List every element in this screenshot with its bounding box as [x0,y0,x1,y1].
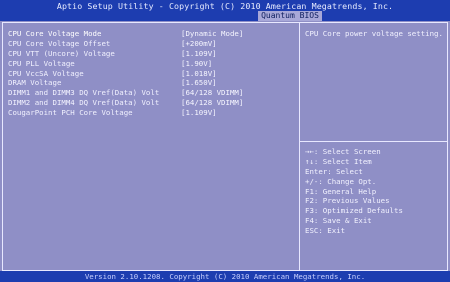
setting-value-dimm1-dimm3-vref[interactable]: [64/128 VDIMM] [181,88,243,98]
setting-label-dram-voltage[interactable]: DRAM Voltage [8,78,159,88]
settings-labels: CPU Core Voltage Mode CPU Core Voltage O… [8,29,159,118]
setting-value-dimm2-dimm4-vref[interactable]: [64/128 VDIMM] [181,98,243,108]
setting-label-cpu-core-voltage-mode[interactable]: CPU Core Voltage Mode [8,29,159,39]
setting-value-cpu-vtt-voltage[interactable]: [1.109V] [181,49,243,59]
key-help-select-screen: →←: Select Screen [305,147,381,156]
setting-label-cpu-core-voltage-offset[interactable]: CPU Core Voltage Offset [8,39,159,49]
key-help-general-help: F1: General Help [305,186,377,196]
tab-quantum-bios[interactable]: Quantum BIOS [258,11,322,21]
setting-value-cpu-core-voltage-offset[interactable]: [+200mV] [181,39,243,49]
setting-label-cpu-pll-voltage[interactable]: CPU PLL Voltage [8,59,159,69]
key-help-previous-values: F2: Previous Values [305,196,390,206]
setting-label-cpu-vccsa-voltage[interactable]: CPU VccSA Voltage [8,69,159,79]
bios-title: Aptio Setup Utility - Copyright (C) 2010… [56,1,394,11]
setting-value-dram-voltage[interactable]: [1.650V] [181,78,243,88]
key-help-list: →←: Select Screen ↑↓: Select Item Enter:… [305,147,403,236]
setting-value-cpu-pll-voltage[interactable]: [1.90V] [181,59,243,69]
key-help-select-item: ↑↓: Select Item [305,156,372,166]
setting-value-pch-core-voltage[interactable]: [1.109V] [181,108,243,118]
panel-divider [299,22,300,271]
setting-value-cpu-core-voltage-mode[interactable]: [Dynamic Mode] [181,29,243,39]
setting-label-dimm2-dimm4-vref[interactable]: DIMM2 and DIMM4 DQ Vref(Data) Volt [8,98,159,108]
settings-values: [Dynamic Mode] [+200mV] [1.109V] [1.90V]… [181,29,243,118]
help-divider [300,141,448,142]
version-footer: Version 2.10.1208. Copyright (C) 2010 Am… [0,271,450,282]
setting-label-cpu-vtt-voltage[interactable]: CPU VTT (Uncore) Voltage [8,49,159,59]
setting-label-dimm1-dimm3-vref[interactable]: DIMM1 and DIMM3 DQ Vref(Data) Volt [8,88,159,98]
setting-value-cpu-vccsa-voltage[interactable]: [1.018V] [181,69,243,79]
key-help-change-opt: +/-: Change Opt. [305,176,377,186]
help-text: CPU Core power voltage setting. [305,29,443,38]
key-help-enter: Enter: Select [305,166,363,176]
title-bar: Aptio Setup Utility - Copyright (C) 2010… [0,0,450,21]
key-help-optimized-defaults: F3: Optimized Defaults [305,206,403,216]
key-help-save-exit: F4: Save & Exit [305,216,372,226]
setting-label-pch-core-voltage[interactable]: CougarPoint PCH Core Voltage [8,108,159,118]
key-help-esc-exit: ESC: Exit [305,226,346,236]
